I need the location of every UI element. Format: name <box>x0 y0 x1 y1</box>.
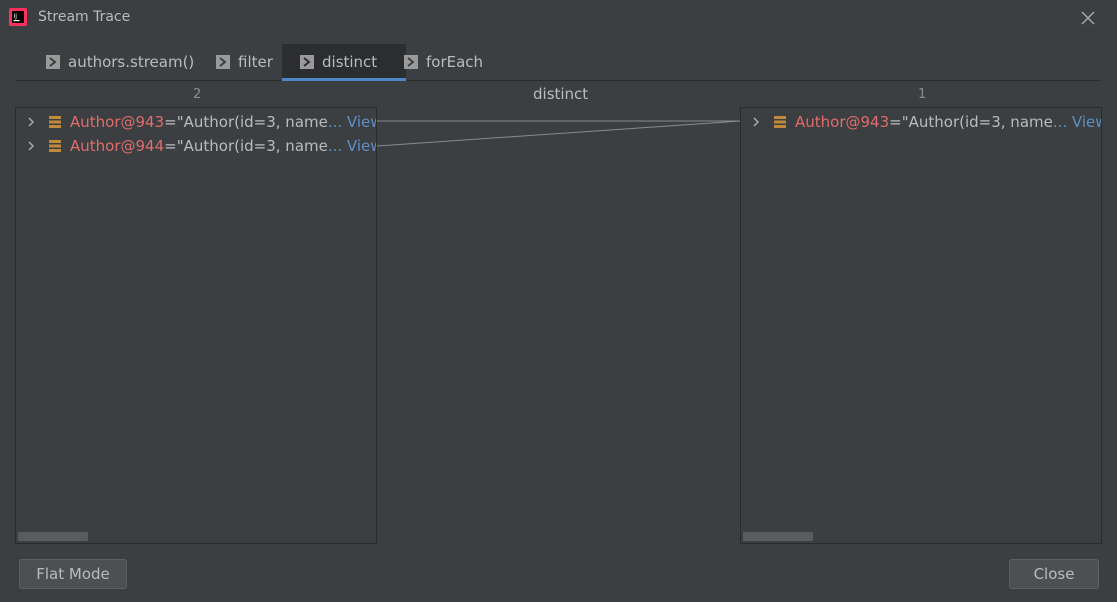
window-title: Stream Trace <box>38 9 131 25</box>
object-name: Author@943 <box>70 113 165 131</box>
tab-label: forEach <box>426 53 484 71</box>
equals-sign: = <box>164 137 177 155</box>
tab-label: filter <box>238 53 273 71</box>
equals-sign: = <box>164 113 177 131</box>
view-link[interactable]: ... View <box>328 137 376 155</box>
horizontal-scrollbar[interactable] <box>18 532 88 541</box>
tab-distinct[interactable]: distinct <box>282 44 406 81</box>
tab-authors-stream[interactable]: authors.stream() <box>36 44 222 80</box>
field-icon <box>774 116 786 128</box>
list-item[interactable]: Author@943 = "Author(id=3, name... View <box>741 110 1101 134</box>
list-item[interactable]: Author@944 = "Author(id=3, name... View <box>16 134 376 158</box>
tab-foreach[interactable]: forEach <box>396 44 504 80</box>
chevron-right-icon[interactable] <box>751 117 761 127</box>
title-bar: IJ Stream Trace <box>0 0 1117 36</box>
view-link[interactable]: ... View <box>1053 113 1101 131</box>
chevron-right-icon[interactable] <box>26 117 36 127</box>
object-name: Author@943 <box>795 113 890 131</box>
list-item[interactable]: Author@943 = "Author(id=3, name... View <box>16 110 376 134</box>
field-icon <box>49 140 61 152</box>
after-values-panel: Author@943 = "Author(id=3, name... View <box>740 107 1102 544</box>
tab-label: distinct <box>322 53 378 71</box>
stream-step-icon <box>300 55 314 69</box>
view-link[interactable]: ... View <box>328 113 376 131</box>
right-count: 1 <box>918 87 927 102</box>
operation-title: distinct <box>533 85 589 103</box>
stream-step-icon <box>216 55 230 69</box>
before-values-panel: Author@943 = "Author(id=3, name... View … <box>15 107 377 544</box>
equals-sign: = <box>889 113 902 131</box>
close-icon[interactable] <box>1078 8 1098 28</box>
stream-step-icon <box>46 55 60 69</box>
object-value: "Author(id=3, name <box>176 113 328 131</box>
stream-step-icon <box>404 55 418 69</box>
svg-text:IJ: IJ <box>14 13 18 20</box>
object-value: "Author(id=3, name <box>901 113 1053 131</box>
chevron-right-icon[interactable] <box>26 141 36 151</box>
left-count: 2 <box>193 87 202 102</box>
object-name: Author@944 <box>70 137 165 155</box>
active-tab-indicator <box>282 78 406 81</box>
horizontal-scrollbar[interactable] <box>743 532 813 541</box>
field-icon <box>49 116 61 128</box>
tab-label: authors.stream() <box>68 53 195 71</box>
flat-mode-button[interactable]: Flat Mode <box>19 559 127 589</box>
intellij-app-icon: IJ <box>9 8 27 26</box>
object-value: "Author(id=3, name <box>176 137 328 155</box>
stream-chain-tabs: authors.stream() filter distinct forEach <box>16 44 1101 81</box>
close-button[interactable]: Close <box>1009 559 1099 589</box>
mapping-line <box>376 120 742 147</box>
